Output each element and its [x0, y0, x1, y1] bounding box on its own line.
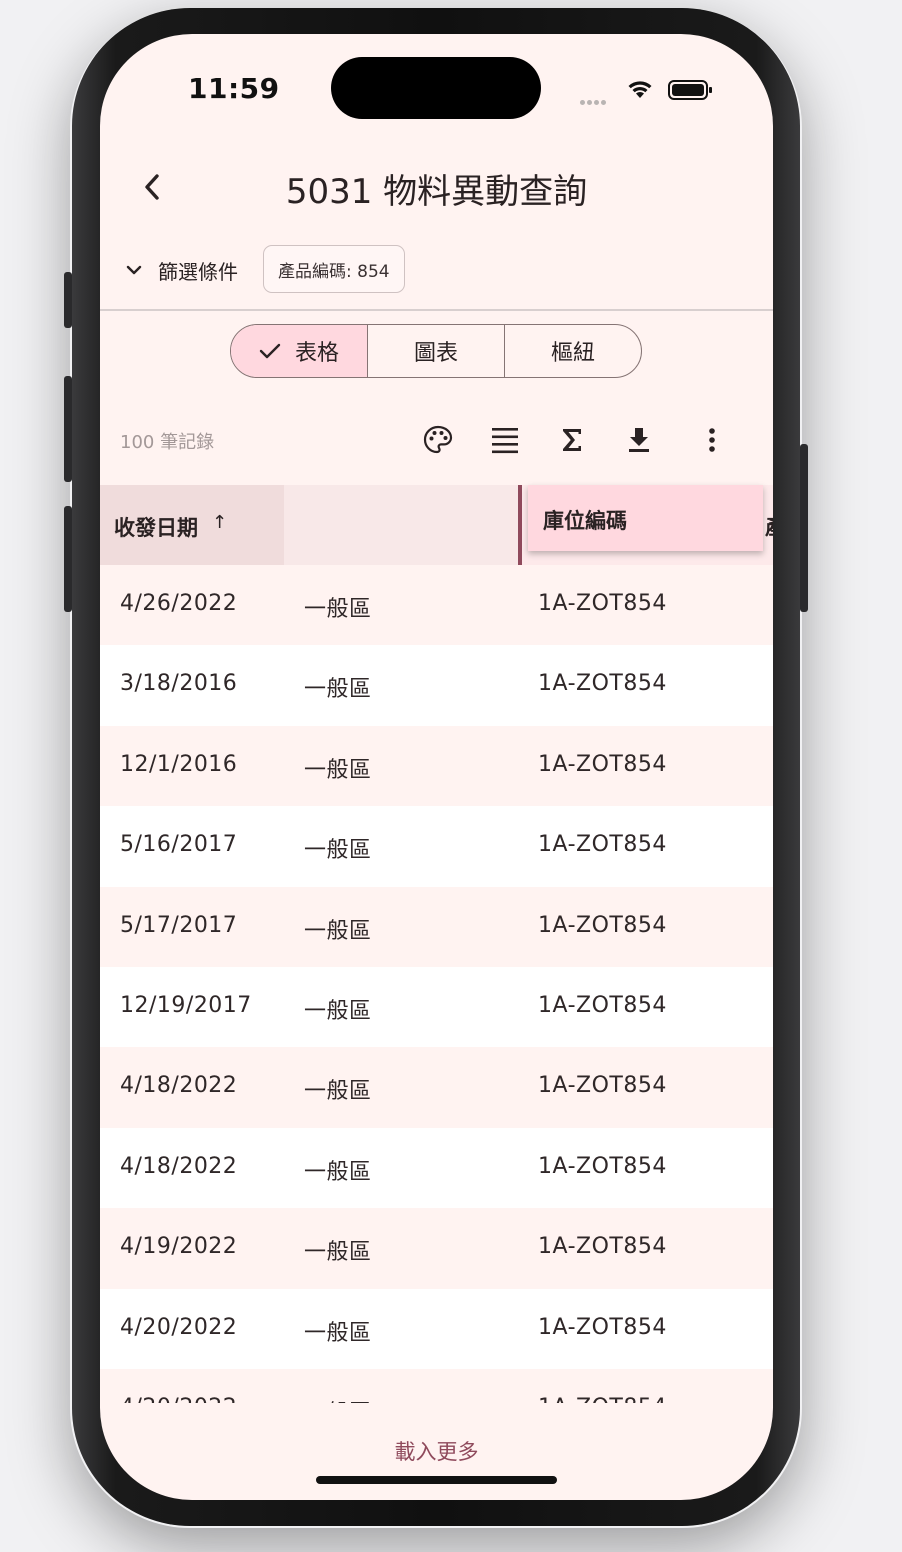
view-toggle: 表格 圖表 樞紐: [230, 324, 642, 378]
cell-location: 1A-ZOT854: [538, 591, 667, 616]
cell-date: 3/18/2016: [120, 671, 238, 697]
cell-area: 一般區: [304, 999, 372, 1024]
cell-date: 5/17/2017: [120, 912, 238, 938]
column-drag-chip[interactable]: 庫位編碼: [528, 485, 763, 551]
table-row[interactable]: 4/19/2022 一般區 1A-ZOT854: [100, 1208, 773, 1289]
palette-icon[interactable]: [420, 422, 456, 458]
cell-area: 一般區: [304, 1240, 372, 1266]
side-button: [64, 506, 72, 612]
column-header-cut: 產: [765, 511, 773, 541]
cell-location: 1A-ZOT854: [538, 1073, 667, 1099]
cell-area: 一般區: [304, 1320, 372, 1346]
cell-date: 12/1/2016: [120, 751, 238, 777]
cell-location: 1A-ZOT854: [538, 993, 667, 1018]
cell-area: 一般區: [304, 918, 372, 944]
cell-area: 一般區: [304, 677, 372, 703]
page-title: 5031 物料異動查詢: [285, 172, 588, 212]
load-more-button[interactable]: 載入更多: [100, 1436, 773, 1466]
status-time: 11:59: [188, 72, 280, 105]
view-option-table[interactable]: 表格: [231, 325, 367, 377]
table-row[interactable]: 4/20/2022 一般區 1A-ZOT854: [100, 1369, 773, 1403]
column-header-label: 收發日期: [114, 516, 198, 540]
side-button: [64, 376, 72, 482]
cell-area: 一般區: [304, 1079, 372, 1105]
view-option-chart[interactable]: 圖表: [367, 325, 504, 377]
side-button: [800, 444, 808, 612]
cell-date: 4/18/2022: [120, 1153, 238, 1179]
cell-date: 5/16/2017: [120, 832, 238, 858]
sigma-icon[interactable]: [554, 422, 590, 458]
cell-date: 4/20/2022: [120, 1395, 237, 1403]
cell-location: 1A-ZOT854: [538, 1153, 667, 1179]
cell-location: 1A-ZOT854: [538, 1234, 667, 1260]
cell-area: 一般區: [304, 838, 372, 864]
dynamic-island: [331, 57, 541, 119]
grid-toolbar: 100 筆記錄: [100, 414, 773, 464]
cell-date: 12/19/2017: [120, 993, 252, 1018]
home-indicator: [316, 1476, 557, 1484]
table-row[interactable]: 4/18/2022 一般區 1A-ZOT854: [100, 1047, 773, 1128]
grid-header: 收發日期 ↑ 庫位編碼 產: [100, 485, 773, 565]
app-header: 5031 物料異動查詢: [100, 154, 773, 218]
signal-icon: [580, 90, 608, 109]
table-row[interactable]: 12/1/2016 一般區 1A-ZOT854: [100, 725, 773, 807]
view-option-label: 表格: [294, 341, 339, 366]
sort-asc-icon: ↑: [212, 512, 228, 533]
cell-date: 4/18/2022: [120, 1073, 238, 1099]
filter-row: 篩選條件 產品編碼: 854: [100, 244, 773, 296]
cell-location: 1A-ZOT854: [538, 832, 667, 858]
record-count: 100 筆記錄: [120, 432, 215, 453]
side-button: [64, 272, 72, 328]
view-option-label: 圖表: [413, 341, 458, 366]
status-icons: [580, 74, 720, 105]
table-row[interactable]: 3/18/2016 一般區 1A-ZOT854: [100, 645, 773, 726]
cell-area: 一般區: [304, 1395, 372, 1403]
filter-label: 篩選條件: [158, 259, 238, 284]
view-option-label: 樞紐: [550, 341, 595, 366]
column-header-label: 庫位編碼: [543, 509, 627, 533]
grid-body: 4/26/2022 一般區 1A-ZOT854 3/18/2016 一般區 1A…: [100, 565, 773, 1403]
cell-location: 1A-ZOT854: [538, 671, 667, 697]
view-option-pivot[interactable]: 樞紐: [504, 325, 641, 377]
table-row[interactable]: 4/18/2022 一般區 1A-ZOT854: [100, 1127, 773, 1209]
filter-chip[interactable]: 產品編碼: 854: [263, 245, 405, 293]
rows-icon[interactable]: [487, 422, 523, 458]
filter-toggle[interactable]: 篩選條件: [124, 254, 238, 286]
divider: [100, 309, 773, 311]
table-row[interactable]: 12/19/2017 一般區 1A-ZOT854: [100, 967, 773, 1048]
cell-date: 4/26/2022: [120, 591, 238, 616]
table-row[interactable]: 5/16/2017 一般區 1A-ZOT854: [100, 806, 773, 887]
check-icon: [259, 343, 281, 359]
column-header-area[interactable]: [284, 485, 518, 565]
cell-area: 一般區: [304, 1159, 372, 1185]
table-row[interactable]: 4/26/2022 一般區 1A-ZOT854: [100, 565, 773, 646]
cell-date: 4/20/2022: [120, 1314, 238, 1340]
cell-area: 一般區: [304, 757, 372, 783]
wifi-icon: [628, 81, 652, 98]
cell-area: 一般區: [304, 597, 372, 622]
app-screen: 11:59 5031 物料異動查詢 篩選條件 產品編碼: 854 表格 圖表 樞…: [100, 34, 773, 1500]
cell-location: 1A-ZOT854: [538, 1395, 667, 1403]
cell-location: 1A-ZOT854: [538, 912, 667, 938]
download-icon[interactable]: [621, 422, 657, 458]
cell-location: 1A-ZOT854: [538, 1314, 667, 1340]
chevron-down-icon: [126, 265, 142, 275]
table-row[interactable]: 5/17/2017 一般區 1A-ZOT854: [100, 886, 773, 967]
table-row[interactable]: 4/20/2022 一般區 1A-ZOT854: [100, 1288, 773, 1369]
cell-date: 4/19/2022: [120, 1234, 238, 1260]
cell-location: 1A-ZOT854: [538, 751, 667, 777]
column-header-date[interactable]: 收發日期 ↑: [100, 485, 284, 565]
battery-icon: [668, 80, 712, 100]
more-vert-icon[interactable]: [694, 422, 730, 458]
